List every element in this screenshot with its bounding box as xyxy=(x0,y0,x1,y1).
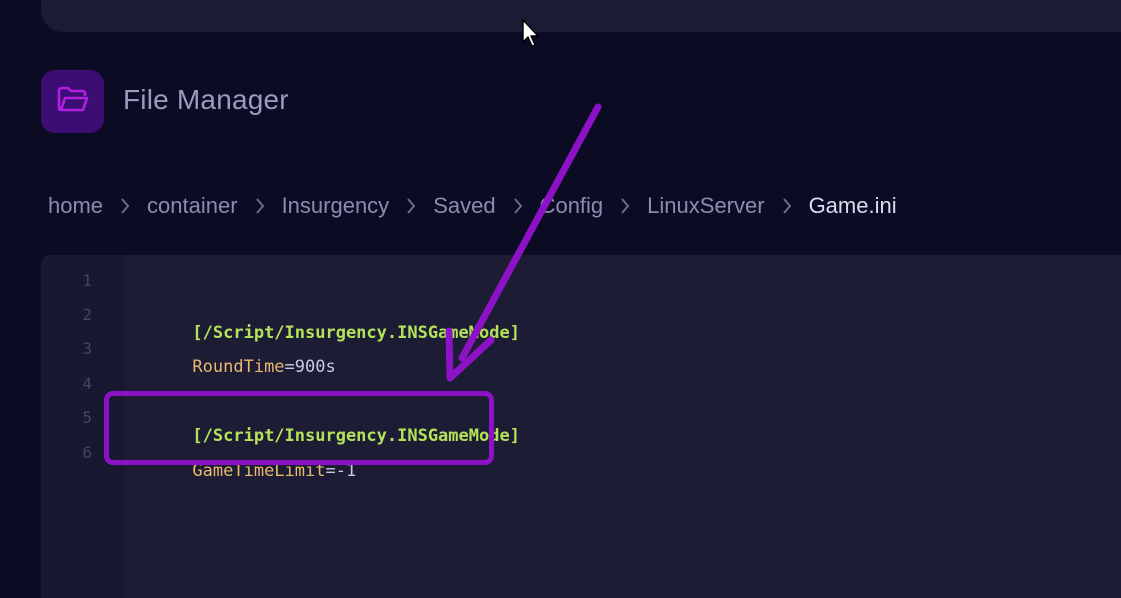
breadcrumb-linuxserver[interactable]: LinuxServer xyxy=(647,193,764,219)
ini-value: 900s xyxy=(294,357,336,377)
ini-value: -1 xyxy=(335,461,357,481)
breadcrumb-current-file: Game.ini xyxy=(808,193,897,218)
code-editor[interactable]: 1 2 3 4 5 6 [/Script/Insurgency.INSGameM… xyxy=(41,255,1121,598)
ini-key: RoundTime xyxy=(192,357,285,377)
breadcrumb: home container Insurgency Saved Config L… xyxy=(48,190,897,222)
breadcrumb-container[interactable]: container xyxy=(147,193,238,219)
line-number-gutter: 1 2 3 4 5 6 xyxy=(41,255,125,598)
line-number: 1 xyxy=(82,271,92,290)
page-title: File Manager xyxy=(123,84,289,115)
ini-operator: = xyxy=(325,461,336,481)
ini-key: GameTimeLimit xyxy=(192,461,326,481)
line-number: 6 xyxy=(82,443,92,462)
line-number: 5 xyxy=(82,408,92,427)
folder-open-icon xyxy=(56,85,90,118)
chevron-right-icon xyxy=(114,198,136,214)
chevron-right-icon xyxy=(614,198,636,214)
line-number: 2 xyxy=(82,305,92,324)
breadcrumb-config[interactable]: Config xyxy=(540,193,604,219)
line-number: 3 xyxy=(82,339,92,358)
chevron-right-icon xyxy=(249,198,271,214)
code-line[interactable]: RoundTime=900s xyxy=(131,337,336,397)
chevron-right-icon xyxy=(776,198,798,214)
top-panel xyxy=(41,0,1121,32)
line-number: 4 xyxy=(82,374,92,393)
chevron-right-icon xyxy=(400,198,422,214)
app-icon-box xyxy=(41,70,104,133)
ini-operator: = xyxy=(284,357,295,377)
breadcrumb-insurgency[interactable]: Insurgency xyxy=(282,193,390,219)
breadcrumb-home[interactable]: home xyxy=(48,193,103,219)
code-line[interactable]: GameTimeLimit=-1 xyxy=(131,441,356,501)
page: File Manager home container Insurgency S… xyxy=(0,0,1121,598)
breadcrumb-saved[interactable]: Saved xyxy=(433,193,495,219)
chevron-right-icon xyxy=(507,198,529,214)
